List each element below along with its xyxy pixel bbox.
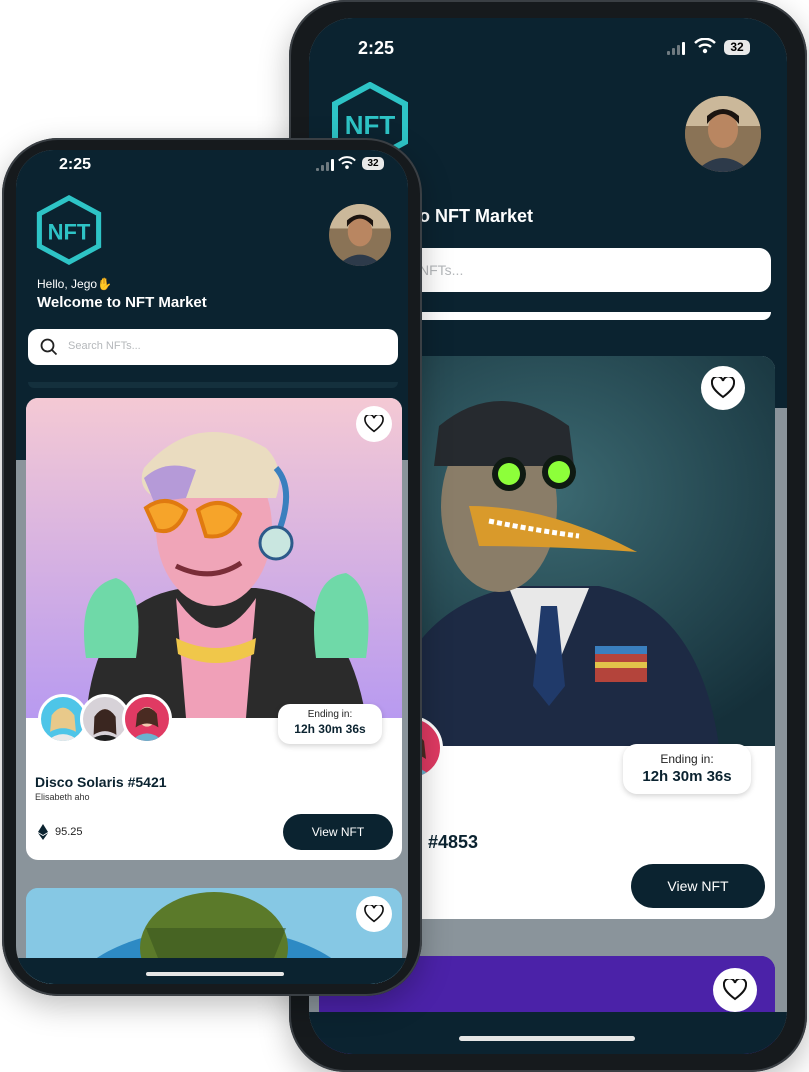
ending-label: Ending in:: [660, 752, 714, 766]
nft-price: 95.25: [55, 826, 83, 838]
ending-label: Ending in:: [307, 709, 353, 720]
search-icon: [40, 338, 58, 356]
nft-logo: NFT: [36, 194, 102, 271]
wifi-icon: [338, 156, 356, 175]
home-indicator[interactable]: [146, 972, 284, 976]
nft-title: ll #4853: [413, 832, 479, 852]
favorite-button[interactable]: [713, 968, 757, 1012]
ending-value: 12h 30m 36s: [294, 722, 366, 736]
profile-avatar[interactable]: [685, 96, 761, 172]
view-nft-button[interactable]: View NFT: [283, 814, 393, 850]
status-time: 2:25: [358, 38, 395, 58]
ethereum-icon: [38, 824, 48, 840]
greeting: Hello, Jego✋: [37, 277, 112, 291]
nft-image: [26, 398, 402, 718]
bidder-avatar: [122, 694, 172, 744]
logo-text: NFT: [48, 219, 91, 244]
front-phone-screen: 2:25 32 NFT Hello, Jego✋ Welcome to NFT …: [16, 150, 408, 984]
logo-text: NFT: [345, 110, 396, 140]
ending-timer: Ending in: 12h 30m 36s: [623, 744, 751, 794]
signal-icon: [316, 159, 334, 171]
filter-strip: [28, 382, 398, 388]
heart-icon: [711, 377, 735, 399]
home-indicator[interactable]: [459, 1036, 635, 1041]
signal-icon: [667, 41, 685, 55]
heart-icon: [723, 979, 747, 1001]
wifi-icon: [694, 37, 716, 59]
nft-creator: Elisabeth aho: [35, 792, 90, 802]
profile-avatar[interactable]: [329, 204, 391, 266]
welcome-title: o NFT Market: [419, 206, 534, 226]
view-nft-button[interactable]: View NFT: [631, 864, 765, 908]
front-phone: 2:25 32 NFT Hello, Jego✋ Welcome to NFT …: [2, 138, 422, 996]
greeting-hello: Hello, Jego: [37, 277, 98, 291]
ending-value: 12h 30m 36s: [642, 768, 732, 785]
bottom-bar: [16, 958, 408, 984]
favorite-button[interactable]: [356, 896, 392, 932]
heart-icon: [364, 415, 384, 433]
bottom-bar: [309, 1012, 787, 1054]
search-input[interactable]: Search NFTs...: [28, 329, 398, 365]
favorite-button[interactable]: [356, 406, 392, 442]
favorite-button[interactable]: [701, 366, 745, 410]
hand-icon: ✋: [97, 277, 112, 291]
nft-title: Disco Solaris #5421: [35, 774, 167, 790]
status-time: 2:25: [59, 156, 92, 173]
search-placeholder: NFTs...: [419, 262, 464, 278]
nft-card[interactable]: Ending in: 12h 30m 36s Disco Solaris #54…: [26, 398, 402, 860]
heart-icon: [364, 905, 384, 923]
welcome-title: Welcome to NFT Market: [37, 294, 207, 311]
battery-icon: 32: [362, 157, 384, 170]
search-placeholder: Search NFTs...: [68, 340, 141, 352]
battery-icon: 32: [724, 40, 750, 55]
ending-timer: Ending in: 12h 30m 36s: [278, 704, 382, 744]
